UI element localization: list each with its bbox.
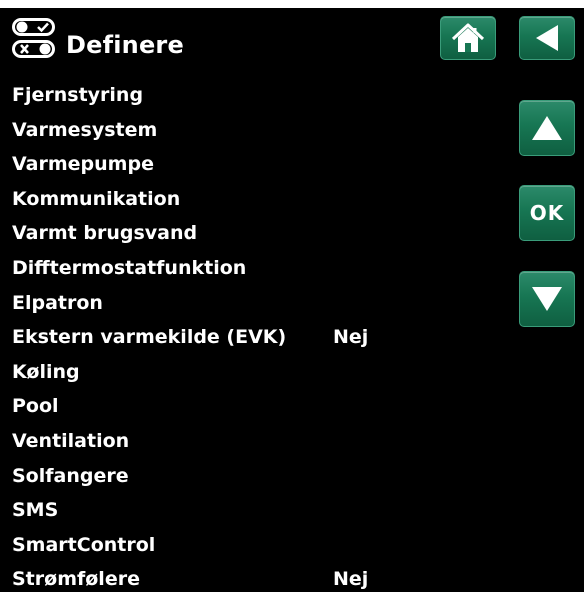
home-icon — [451, 23, 485, 52]
definere-menu: Fjernstyring Varmesystem Varmepumpe Komm… — [12, 78, 512, 592]
menu-item-varmesystem[interactable]: Varmesystem — [12, 113, 512, 148]
menu-item-label: Varmesystem — [12, 118, 158, 141]
scroll-up-button[interactable] — [519, 100, 575, 156]
menu-item-label: SmartControl — [12, 533, 156, 556]
scroll-down-button[interactable] — [519, 271, 575, 327]
menu-item-label: Ekstern varmekilde (EVK) — [12, 326, 287, 349]
menu-item-smartcontrol[interactable]: SmartControl — [12, 528, 512, 563]
menu-item-ekstern-varmekilde[interactable]: Ekstern varmekilde (EVK) Nej — [12, 320, 512, 355]
menu-item-label: Solfangere — [12, 464, 129, 487]
menu-item-label: SMS — [12, 499, 59, 522]
menu-item-koling[interactable]: Køling — [12, 355, 512, 390]
menu-item-kommunikation[interactable]: Kommunikation — [12, 182, 512, 217]
back-arrow-icon — [536, 25, 558, 51]
menu-item-label: Varmt brugsvand — [12, 222, 198, 245]
menu-item-varmt-brugsvand[interactable]: Varmt brugsvand — [12, 216, 512, 251]
toggle-settings-icon — [12, 18, 55, 58]
down-arrow-icon — [532, 287, 562, 311]
ok-button-label: OK — [529, 201, 565, 225]
menu-item-varmepumpe[interactable]: Varmepumpe — [12, 147, 512, 182]
menu-item-solfangere[interactable]: Solfangere — [12, 459, 512, 494]
menu-item-label: Pool — [12, 395, 59, 418]
ok-button[interactable]: OK — [519, 185, 575, 241]
menu-item-label: Fjernstyring — [12, 84, 144, 106]
menu-item-stromfolere[interactable]: Strømfølere Nej — [12, 562, 512, 592]
menu-item-label: Ventilation — [12, 429, 130, 452]
menu-item-fjernstyring[interactable]: Fjernstyring — [12, 78, 512, 113]
up-arrow-icon — [532, 116, 562, 140]
menu-item-label: Strømfølere — [12, 568, 140, 591]
menu-item-pool[interactable]: Pool — [12, 389, 512, 424]
menu-item-label: Difftermostatfunktion — [12, 256, 247, 279]
menu-item-label: Elpatron — [12, 291, 103, 314]
menu-item-label: Kommunikation — [12, 187, 181, 210]
menu-item-value: Nej — [333, 326, 369, 349]
menu-item-value: Nej — [333, 568, 369, 591]
menu-item-elpatron[interactable]: Elpatron — [12, 286, 512, 321]
menu-item-label: Køling — [12, 360, 80, 383]
menu-item-sms[interactable]: SMS — [12, 493, 512, 528]
menu-item-ventilation[interactable]: Ventilation — [12, 424, 512, 459]
back-button[interactable] — [519, 16, 575, 60]
page-title: Definere — [66, 31, 184, 59]
menu-item-label: Varmepumpe — [12, 153, 154, 176]
menu-item-difftermostatfunktion[interactable]: Difftermostatfunktion — [12, 251, 512, 286]
home-button[interactable] — [440, 16, 496, 60]
screen: Definere OK Fjernstyring Varmesystem Var… — [0, 8, 584, 592]
